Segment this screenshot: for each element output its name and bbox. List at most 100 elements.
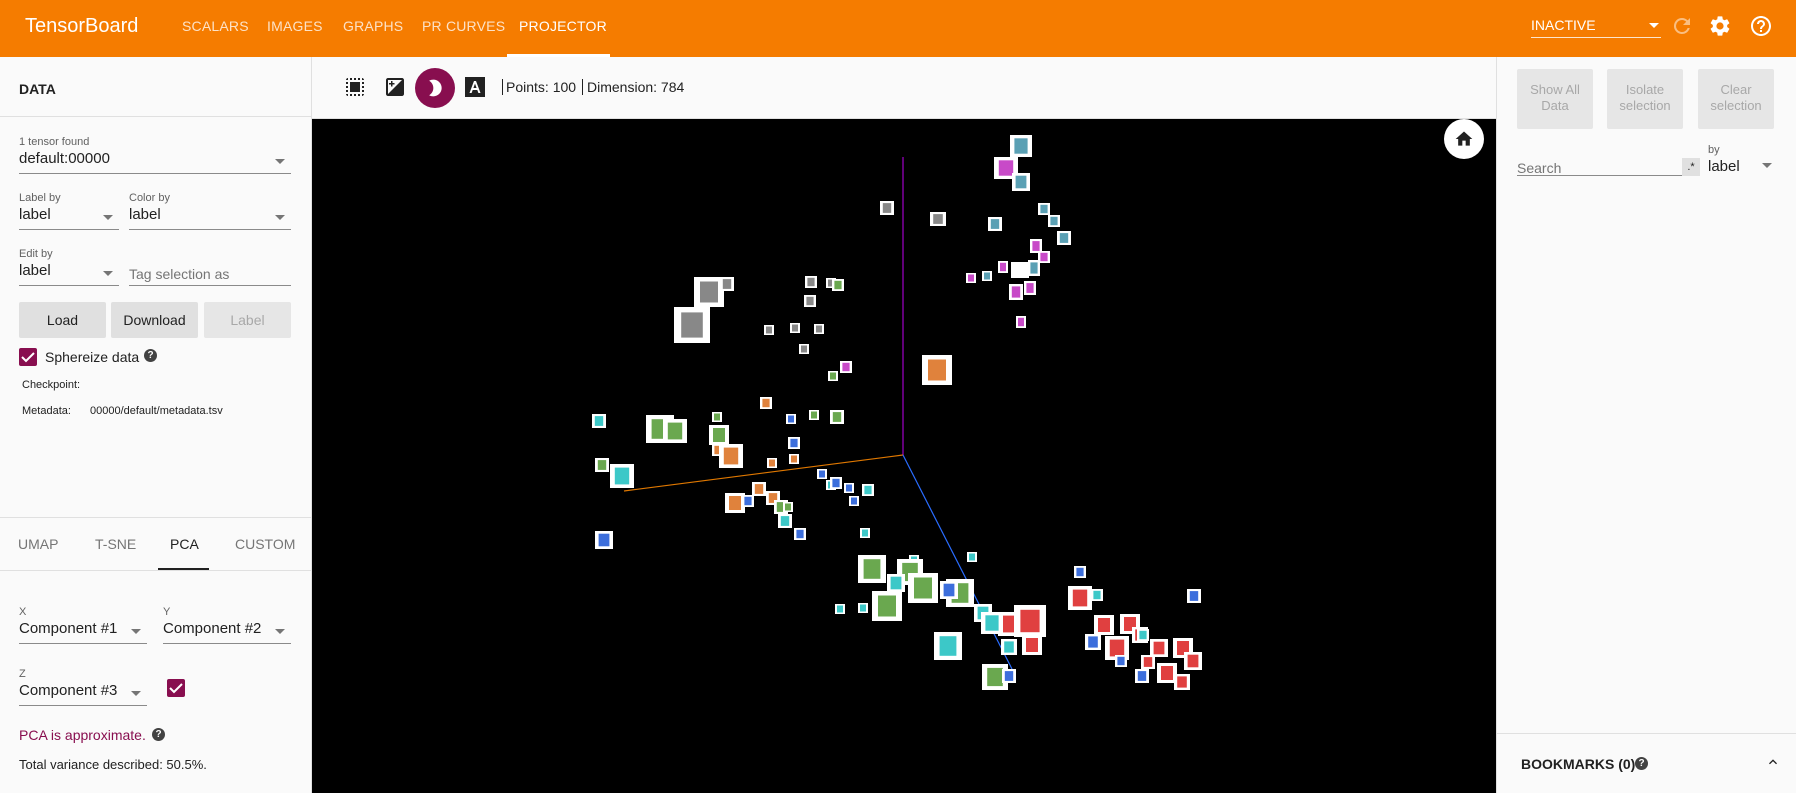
help-icon[interactable]: ? — [144, 349, 157, 362]
pca-x-select[interactable]: X Component #1 — [19, 606, 147, 644]
tab-graphs[interactable]: GRAPHS — [343, 18, 403, 34]
label-by-select[interactable]: Label by label — [19, 192, 119, 230]
sprite-point-glyph — [1011, 286, 1021, 298]
sprite-point-glyph — [1088, 636, 1098, 648]
sprite-point-glyph — [1026, 283, 1034, 293]
sprite-point-glyph — [1015, 175, 1027, 189]
edit-by-select[interactable]: Edit by label — [19, 248, 119, 286]
download-button[interactable]: Download — [111, 302, 198, 338]
sprite-point-glyph — [1137, 671, 1147, 681]
tab-pca[interactable]: PCA — [170, 536, 199, 552]
projector-toolbar: Points: 100 Dimension: 784 — [312, 57, 1496, 119]
sprite-point-glyph — [754, 484, 764, 494]
clear-selection-button[interactable]: Clear selection — [1698, 69, 1774, 129]
tab-projector[interactable]: PROJECTOR — [519, 18, 607, 34]
sprite-point-glyph — [714, 413, 720, 421]
tab-pr-curves[interactable]: PR CURVES — [422, 18, 505, 34]
sprite-point-glyph — [1093, 590, 1101, 600]
label-toggle-icon[interactable] — [463, 75, 487, 99]
chevron-up-icon[interactable] — [1765, 754, 1781, 770]
sprite-point-glyph — [987, 667, 1003, 687]
run-select[interactable]: INACTIVE — [1531, 13, 1661, 38]
sprite-point-glyph — [1098, 618, 1110, 632]
bookmarks-section[interactable]: BOOKMARKS (0) ? — [1497, 733, 1796, 793]
top-bar: TensorBoard SCALARS IMAGES GRAPHS PR CUR… — [0, 0, 1796, 57]
label-button[interactable]: Label — [204, 302, 291, 338]
pca-z-select[interactable]: Z Component #3 — [19, 668, 147, 706]
refresh-icon[interactable] — [1670, 14, 1694, 38]
sprite-point-glyph — [744, 496, 752, 506]
sprite-point-glyph — [832, 412, 842, 422]
sprite-point-glyph — [801, 345, 807, 353]
sprite-point-glyph — [1187, 654, 1199, 668]
separator — [582, 79, 583, 95]
sprite-point-glyph — [842, 362, 850, 372]
data-section-title: DATA — [19, 81, 56, 97]
sprite-point-glyph — [788, 415, 794, 423]
variance-text: Total variance described: 50.5%. — [19, 757, 207, 772]
sprite-point-glyph — [1109, 639, 1125, 657]
show-all-data-button[interactable]: Show All Data — [1517, 69, 1593, 129]
sprite-point-glyph — [890, 576, 902, 590]
sprite-point-glyph — [1189, 591, 1199, 601]
brand-title[interactable]: TensorBoard — [25, 15, 138, 38]
help-icon[interactable]: ? — [1635, 757, 1648, 770]
settings-icon[interactable] — [1708, 14, 1732, 38]
search-by-select[interactable]: by label — [1708, 144, 1778, 176]
isolate-selection-button[interactable]: Isolate selection — [1607, 69, 1683, 129]
tab-tsne[interactable]: T-SNE — [95, 536, 136, 552]
edit-image-icon[interactable] — [383, 75, 407, 99]
night-mode-button[interactable] — [415, 68, 455, 108]
dimension-count: Dimension: 784 — [587, 79, 685, 95]
sprite-point-glyph — [990, 219, 1000, 229]
sprite-point-glyph — [832, 478, 840, 488]
sprite-point-glyph — [1072, 589, 1088, 607]
tab-custom[interactable]: CUSTOM — [235, 536, 295, 552]
tag-selection-placeholder: Tag selection as — [129, 266, 230, 282]
tab-scalars[interactable]: SCALARS — [182, 18, 249, 34]
regex-toggle-button[interactable]: .* — [1682, 158, 1700, 176]
sprite-point-glyph — [1076, 567, 1084, 577]
sprite-point-glyph — [837, 605, 843, 613]
search-input[interactable] — [1517, 175, 1687, 176]
sprite-point-glyph — [713, 428, 725, 442]
tab-umap[interactable]: UMAP — [18, 536, 58, 552]
chevron-down-icon — [131, 691, 141, 696]
sprite-point-glyph — [785, 503, 791, 511]
projector-canvas[interactable] — [312, 119, 1496, 793]
scatter-plot[interactable] — [312, 119, 1496, 793]
divider — [0, 517, 312, 518]
sprite-point-glyph — [928, 359, 946, 381]
sprite-point-glyph — [722, 279, 732, 289]
sprite-point-glyph — [1026, 638, 1038, 652]
select-rectangle-icon[interactable] — [343, 75, 367, 99]
tensor-select-label: 1 tensor found — [19, 136, 90, 148]
sprite-point-glyph — [723, 447, 739, 465]
search-placeholder[interactable]: Search — [1517, 160, 1561, 176]
sprite-point-glyph — [969, 553, 975, 561]
pca-z-checkbox[interactable] — [167, 679, 185, 697]
color-by-select[interactable]: Color by label — [129, 192, 291, 230]
sprite-point-glyph — [1040, 252, 1048, 262]
sprite-point-glyph — [1143, 657, 1153, 667]
help-icon[interactable]: ? — [152, 728, 165, 741]
tag-selection-input[interactable]: Tag selection as — [129, 248, 291, 286]
tab-images[interactable]: IMAGES — [267, 18, 323, 34]
sprite-point-glyph — [984, 272, 990, 280]
sprite-point-glyph — [806, 296, 814, 306]
sprite-point-glyph — [807, 277, 815, 287]
pca-x-label: X — [19, 606, 27, 618]
sprite-point-glyph — [780, 516, 790, 526]
sphereize-checkbox[interactable] — [19, 348, 37, 366]
sprite-point-glyph — [790, 438, 798, 448]
inspector-panel: Show All Data Isolate selection Clear se… — [1496, 57, 1796, 793]
sprite-point-glyph — [834, 280, 842, 290]
sprite-point-glyph — [811, 411, 817, 419]
load-button[interactable]: Load — [19, 302, 106, 338]
bookmarks-title: BOOKMARKS (0) — [1521, 756, 1636, 772]
reset-view-button[interactable] — [1444, 119, 1484, 159]
help-icon[interactable] — [1749, 14, 1773, 38]
sprite-point-glyph — [819, 470, 825, 478]
tensor-select[interactable]: 1 tensor found default:00000 — [19, 136, 291, 174]
pca-y-select[interactable]: Y Component #2 — [163, 606, 291, 644]
